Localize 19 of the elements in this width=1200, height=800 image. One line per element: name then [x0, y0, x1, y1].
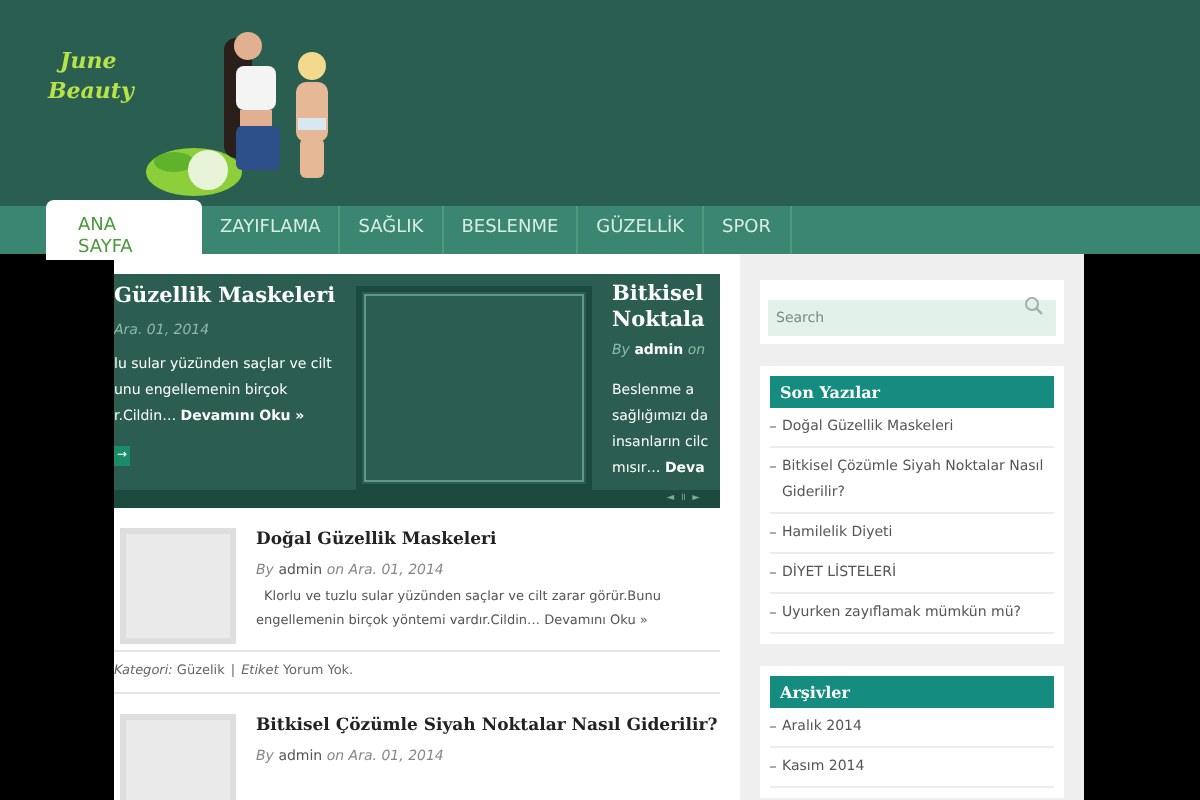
dash-icon — [770, 726, 776, 728]
post-thumbnail — [120, 528, 236, 644]
widget-title: Arşivler — [770, 676, 1054, 708]
dash-icon — [770, 466, 776, 468]
post-title[interactable]: Bitkisel Çözümle Siyah Noktalar Nasıl Giderilir? — [256, 713, 718, 739]
dash-icon — [770, 426, 776, 428]
dash-icon — [770, 612, 776, 614]
dash-icon — [770, 532, 776, 534]
dash-icon — [770, 572, 776, 574]
logo-text: Beauty — [48, 76, 137, 106]
slide-title: Güzellik Maskeleri — [114, 282, 338, 312]
dash-icon — [770, 766, 776, 768]
nav-tab[interactable]: ANA SAYFA — [46, 200, 202, 260]
search-icon[interactable] — [1024, 296, 1044, 316]
slide-title: Bitkisel Noktala — [612, 282, 707, 334]
widget-title: Son Yazılar — [770, 376, 1054, 408]
post-title[interactable]: Doğal Güzellik Maskeleri — [256, 528, 712, 554]
logo-text: June — [54, 46, 119, 76]
post-thumbnail — [120, 713, 236, 800]
